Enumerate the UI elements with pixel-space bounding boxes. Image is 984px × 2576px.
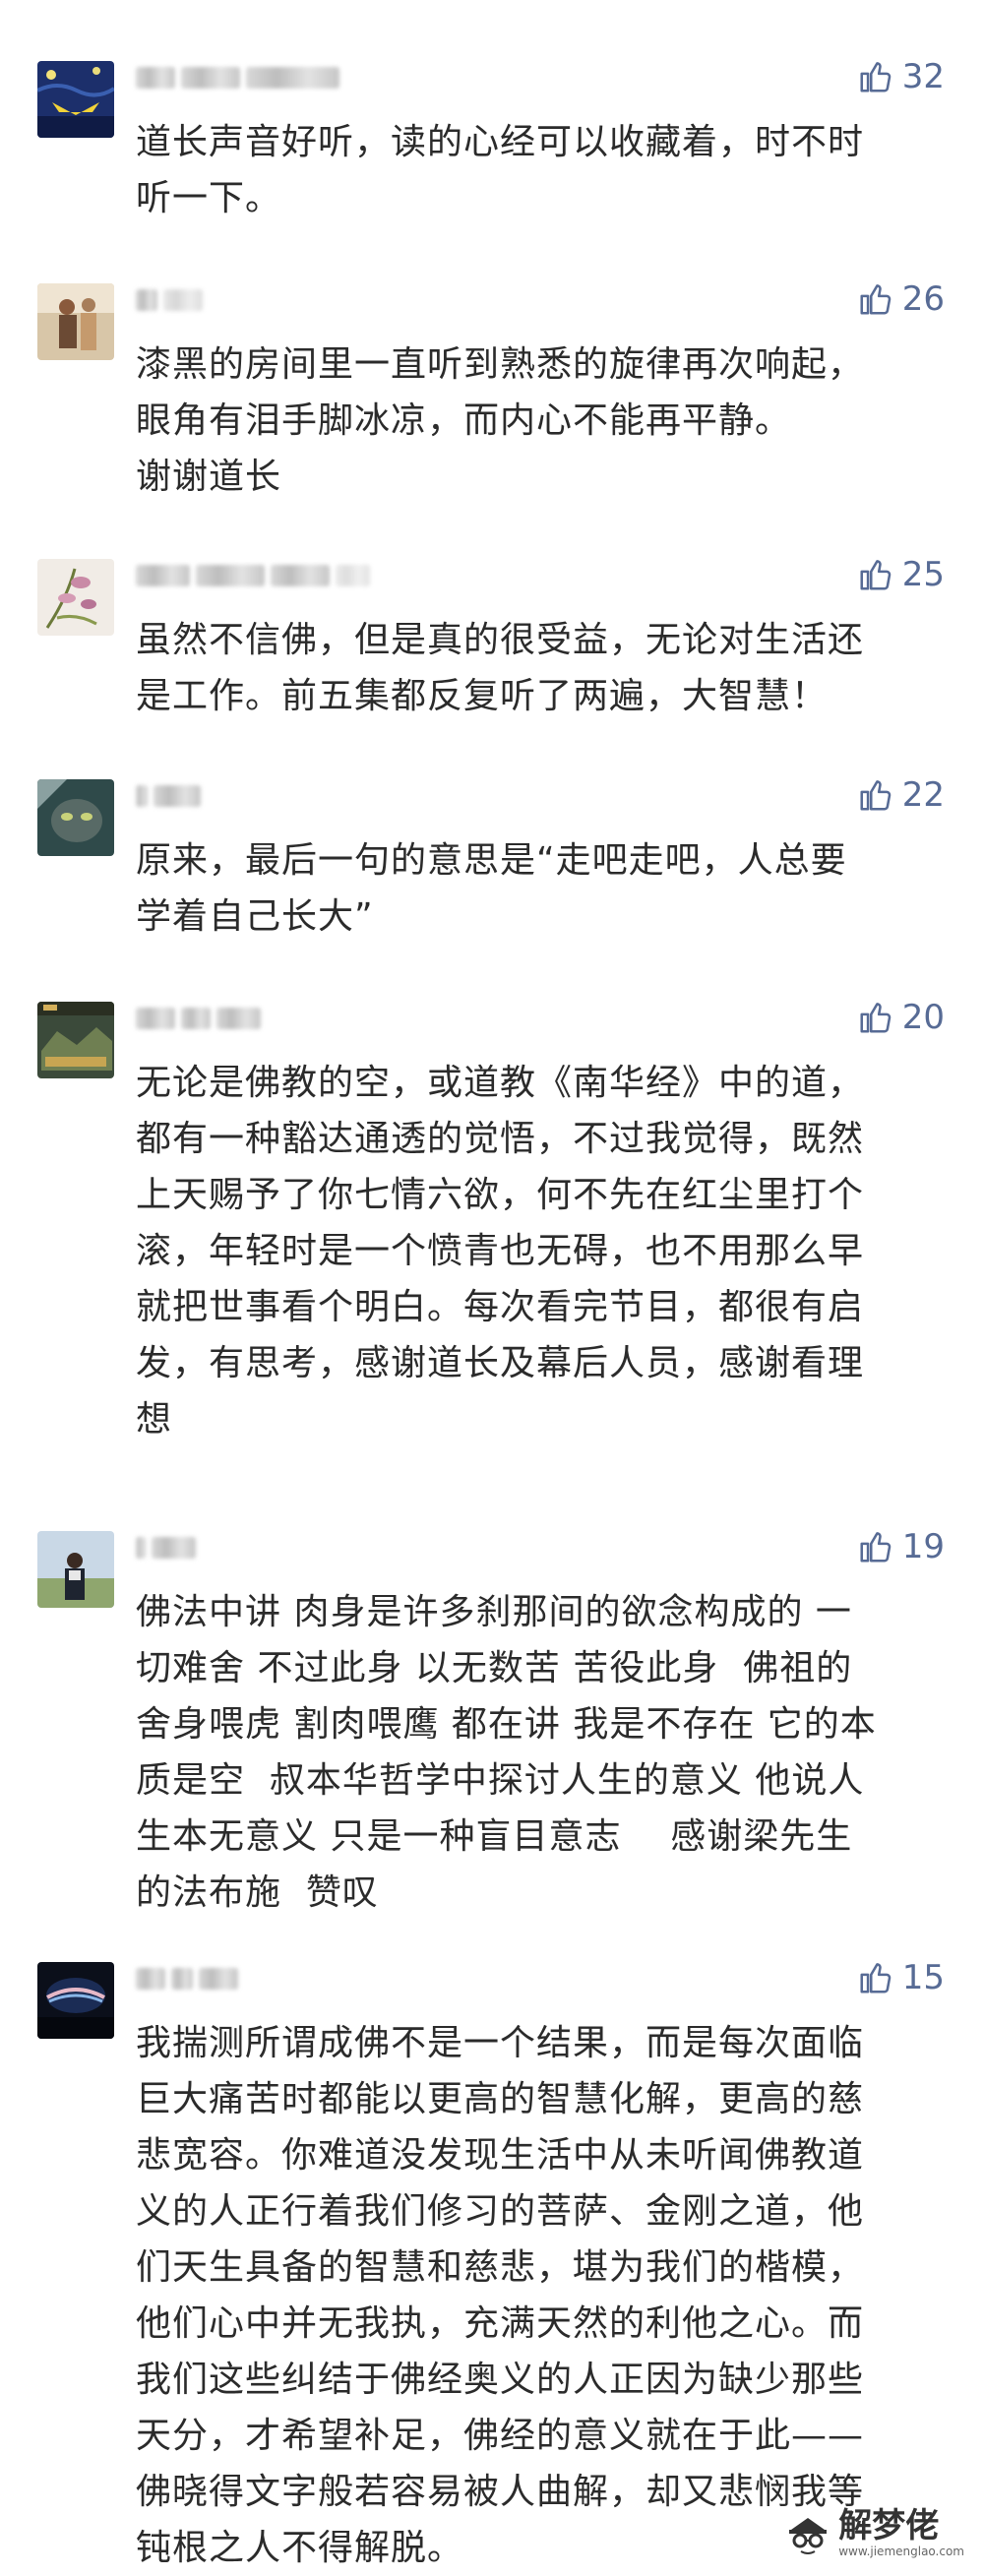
username-blurred — [136, 783, 201, 809]
avatar[interactable] — [37, 779, 114, 856]
username-blurred — [136, 1535, 196, 1561]
avatar[interactable] — [37, 559, 114, 636]
avatar[interactable] — [37, 283, 114, 360]
watermark-url: www.jiemenglao.com — [838, 2545, 964, 2558]
avatar-image — [37, 283, 114, 360]
like-button[interactable]: 25 — [857, 555, 945, 594]
thumbs-up-icon — [860, 1532, 891, 1563]
comment-text: 无论是佛教的空，或道教《南华经》中的道， 都有一种豁达通透的觉悟，不过我觉得，既… — [136, 1063, 865, 1440]
avatar-image — [37, 1002, 114, 1078]
like-count: 26 — [901, 279, 945, 319]
username-blurred — [136, 563, 370, 588]
username-blurred — [136, 287, 203, 313]
thumbs-up-icon — [860, 1963, 891, 1993]
thumbs-up-icon — [860, 780, 891, 811]
comment-text: 佛法中讲 肉身是许多刹那间的欲念构成的 一 切难舍 不过此身 以无数苦 苦役此身… — [136, 1592, 877, 1913]
avatar[interactable] — [37, 1962, 114, 2039]
like-count: 15 — [901, 1958, 945, 1997]
avatar[interactable] — [37, 1002, 114, 1078]
like-count: 22 — [901, 775, 945, 815]
comment-text: 我揣测所谓成佛不是一个结果，而是每次面临 巨大痛苦时都能以更高的智慧化解，更高的… — [136, 2023, 865, 2568]
comment-text: 虽然不信佛，但是真的很受益，无论对生活还 是工作。前五集都反复听了两遍，大智慧！ — [136, 620, 865, 716]
avatar-image — [37, 559, 114, 636]
like-count: 25 — [901, 555, 945, 594]
avatar-image — [37, 1531, 114, 1608]
like-count: 20 — [901, 998, 945, 1037]
avatar[interactable] — [37, 61, 114, 138]
comment-text: 漆黑的房间里一直听到熟悉的旋律再次响起， 眼角有泪手脚冰凉，而内心不能再平静。 … — [136, 344, 865, 497]
watermark-title: 解梦佬 — [838, 2506, 940, 2545]
thumbs-up-icon — [860, 62, 891, 92]
avatar[interactable] — [37, 1531, 114, 1608]
username-blurred — [136, 65, 339, 91]
like-button[interactable]: 32 — [857, 57, 945, 96]
hat-glasses-icon — [789, 2518, 828, 2554]
like-count: 32 — [901, 57, 945, 96]
thumbs-up-icon — [860, 1003, 891, 1033]
username-blurred — [136, 1966, 238, 1992]
thumbs-up-icon — [860, 560, 891, 590]
like-button[interactable]: 22 — [857, 775, 945, 815]
like-button[interactable]: 26 — [857, 279, 945, 319]
avatar-image — [37, 779, 114, 856]
thumbs-up-icon — [860, 284, 891, 315]
avatar-image — [37, 1962, 114, 2039]
like-button[interactable]: 20 — [857, 998, 945, 1037]
site-watermark: 解梦佬 www.jiemenglao.com — [783, 2507, 964, 2558]
like-button[interactable]: 19 — [857, 1527, 945, 1566]
avatar-image — [37, 61, 114, 138]
comment-text: 道长声音好听，读的心经可以收藏着，时不时 听一下。 — [136, 122, 865, 218]
comment-text: 原来，最后一句的意思是“走吧走吧，人总要 学着自己长大” — [136, 840, 847, 937]
like-count: 19 — [901, 1527, 945, 1566]
like-button[interactable]: 15 — [857, 1958, 945, 1997]
username-blurred — [136, 1006, 261, 1031]
